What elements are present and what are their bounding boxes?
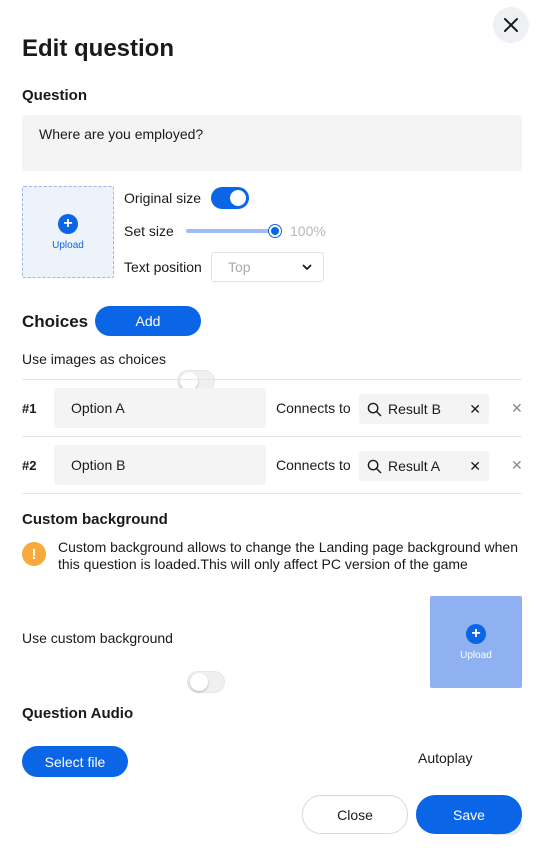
- select-file-button[interactable]: Select file: [22, 746, 128, 777]
- custom-background-info: Custom background allows to change the L…: [58, 539, 518, 572]
- use-custom-background-toggle[interactable]: [187, 671, 225, 693]
- text-position-select[interactable]: Top: [211, 252, 324, 282]
- upload-label: Upload: [52, 239, 84, 251]
- dialog-title: Edit question: [22, 35, 174, 62]
- connects-to-value: Result B: [388, 401, 441, 417]
- choice-number: #1: [22, 401, 37, 416]
- connects-to-value: Result A: [388, 458, 441, 474]
- autoplay-label: Autoplay: [418, 750, 473, 766]
- remove-choice-icon[interactable]: ✕: [511, 400, 523, 417]
- choices-section-label: Choices: [22, 312, 89, 331]
- custom-background-section-label: Custom background: [22, 511, 168, 528]
- close-dialog-button[interactable]: [493, 7, 529, 43]
- search-icon: [367, 402, 382, 416]
- original-size-label: Original size: [124, 190, 202, 206]
- background-upload[interactable]: + Upload: [430, 596, 522, 688]
- question-text-field[interactable]: Where are you employed?: [22, 115, 522, 171]
- choice-value: Option A: [71, 400, 125, 416]
- info-icon: !: [22, 542, 46, 566]
- set-size-slider-track[interactable]: [186, 229, 276, 233]
- search-icon: [367, 459, 382, 473]
- divider: [22, 493, 522, 494]
- close-icon: [504, 18, 518, 32]
- connects-to-field[interactable]: Result A ✕: [359, 451, 489, 481]
- set-size-value: 100%: [290, 223, 326, 239]
- choice-input[interactable]: Option A: [54, 388, 266, 428]
- close-button[interactable]: Close: [302, 795, 408, 834]
- text-position-label: Text position: [124, 259, 202, 275]
- use-images-label: Use images as choices: [22, 351, 166, 367]
- clear-connection-icon[interactable]: ✕: [469, 458, 481, 475]
- connects-to-label: Connects to: [276, 400, 351, 416]
- chevron-down-icon: [302, 264, 312, 270]
- save-button[interactable]: Save: [416, 795, 522, 834]
- question-audio-section-label: Question Audio: [22, 705, 134, 722]
- set-size-slider-thumb[interactable]: [269, 225, 281, 237]
- question-section-label: Question: [22, 87, 88, 104]
- plus-icon: +: [466, 623, 486, 644]
- plus-icon: +: [58, 213, 78, 234]
- choice-value: Option B: [71, 457, 126, 473]
- upload-label: Upload: [460, 649, 492, 661]
- choice-input[interactable]: Option B: [54, 445, 266, 485]
- divider: [22, 379, 522, 380]
- divider: [22, 436, 522, 437]
- set-size-label: Set size: [124, 223, 174, 239]
- question-image-upload[interactable]: + Upload: [22, 186, 114, 278]
- remove-choice-icon[interactable]: ✕: [511, 457, 523, 474]
- add-choice-button[interactable]: Add: [95, 306, 201, 336]
- use-custom-background-label: Use custom background: [22, 630, 173, 646]
- clear-connection-icon[interactable]: ✕: [469, 401, 481, 418]
- connects-to-field[interactable]: Result B ✕: [359, 394, 489, 424]
- choice-number: #2: [22, 458, 37, 473]
- original-size-toggle[interactable]: [211, 187, 249, 209]
- connects-to-label: Connects to: [276, 457, 351, 473]
- text-position-value: Top: [228, 259, 251, 275]
